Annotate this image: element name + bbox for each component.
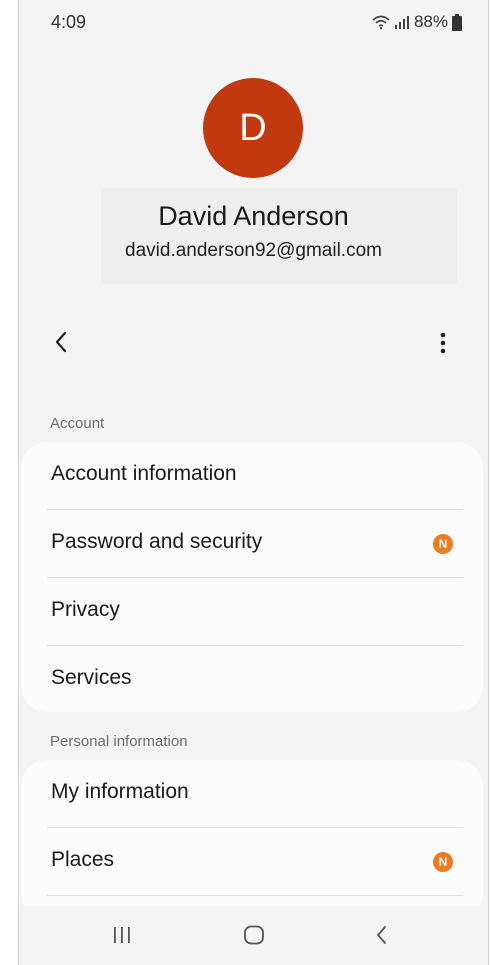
menu-item-label: Privacy (51, 598, 120, 621)
profile-email: david.anderson92@gmail.com (125, 240, 382, 261)
wifi-icon (372, 14, 390, 30)
back-icon (377, 926, 386, 944)
new-badge: N (433, 852, 453, 872)
navigation-bar (19, 906, 488, 965)
personal-info-card: My information Places N (21, 760, 483, 920)
menu-item-label: Password and security (51, 530, 263, 553)
home-icon (244, 925, 264, 945)
more-options-button[interactable] (433, 330, 453, 358)
recent-apps-icon (114, 927, 130, 943)
status-icons: 88% (372, 12, 462, 32)
phone-screen: 4:09 88% D David Anderson david.anderson… (18, 0, 489, 965)
chevron-left-icon (55, 331, 67, 353)
menu-item-my-information[interactable]: My information (21, 760, 483, 828)
menu-item-label: Places (51, 848, 115, 871)
recent-apps-button[interactable] (111, 924, 133, 951)
back-button[interactable] (49, 327, 75, 357)
more-vertical-icon (440, 332, 446, 354)
section-label-personal-information: Personal information (50, 733, 188, 750)
menu-item-services[interactable]: Services (21, 646, 483, 712)
menu-item-account-information[interactable]: Account information (21, 442, 483, 510)
status-time: 4:09 (51, 12, 87, 32)
profile-name: David Anderson (158, 201, 349, 231)
nav-back-button[interactable] (371, 924, 393, 951)
menu-item-label: Services (51, 666, 132, 689)
signal-icon (394, 14, 410, 30)
battery-percent: 88% (413, 12, 448, 31)
menu-item-places[interactable]: Places N (21, 828, 483, 896)
battery-icon (452, 13, 462, 31)
new-badge: N (433, 534, 453, 554)
menu-item-password-security[interactable]: Password and security N (21, 510, 483, 578)
menu-item-privacy[interactable]: Privacy (21, 578, 483, 646)
menu-item-label: My information (51, 780, 189, 803)
status-bar: 4:09 88% (19, 0, 488, 50)
avatar[interactable]: D (203, 78, 303, 178)
divider (47, 895, 463, 896)
home-button[interactable] (242, 924, 266, 951)
account-card: Account information Password and securit… (21, 442, 483, 712)
section-label-account: Account (50, 415, 105, 432)
menu-item-label: Account information (51, 462, 237, 485)
